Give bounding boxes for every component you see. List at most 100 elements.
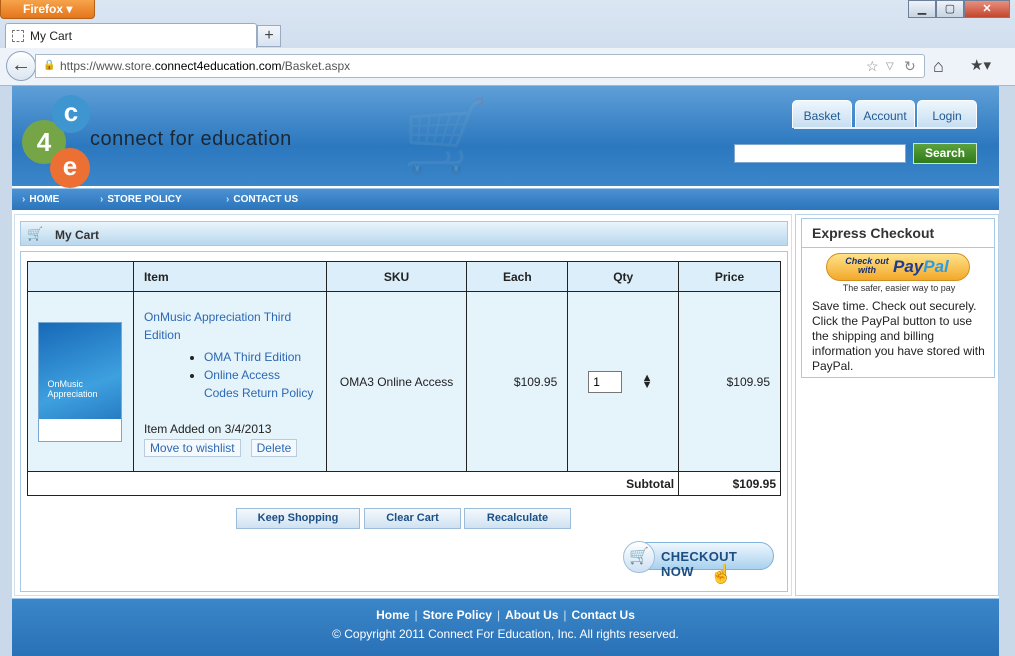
item-details-cell: OnMusic Appreciation Third Edition OMA T… — [132, 291, 327, 472]
paypal-tagline: The safer, easier way to pay — [842, 283, 956, 293]
paypal-logo-pay: Pay — [893, 257, 924, 276]
list-item: Online Access Codes Return Policy — [204, 366, 318, 402]
lock-icon: 🔒 — [43, 60, 56, 71]
footer-home-link[interactable]: Home — [376, 608, 409, 622]
firefox-menu-label: Firefox — [23, 2, 64, 16]
subtotal-label: Subtotal — [26, 471, 680, 496]
item-title-link[interactable]: OnMusic Appreciation Third Edition — [144, 308, 318, 344]
book-cover-image[interactable]: OnMusic Appreciation — [38, 321, 123, 442]
copyright-text: © Copyright 2011 Connect For Education, … — [332, 627, 679, 641]
firefox-menu-button[interactable]: Firefox ▾ — [0, 0, 95, 19]
list-item: OMA Third Edition — [204, 348, 318, 366]
new-tab-button[interactable]: + — [257, 25, 281, 47]
footer-contact-us-link[interactable]: Contact Us — [572, 608, 635, 622]
url-prefix: https://www.store. — [60, 59, 155, 73]
recalculate-button[interactable]: Recalculate — [464, 508, 571, 529]
bookmarks-menu-icon[interactable]: ★▾ — [970, 56, 1000, 76]
qty-column-header: Qty — [567, 261, 680, 292]
home-icon[interactable]: ⌂ — [933, 56, 944, 77]
footer-separator: | — [563, 608, 567, 622]
table-row: OnMusic Appreciation OnMusic Appreciatio… — [27, 291, 781, 472]
item-image-cell: OnMusic Appreciation — [27, 291, 134, 472]
express-checkout-title: Express Checkout — [802, 219, 994, 248]
chevron-right-icon: › — [22, 194, 26, 205]
paypal-check-out-text: Check out with — [845, 256, 889, 275]
login-tab[interactable]: Login — [917, 100, 977, 128]
subtotal-value: $109.95 — [678, 471, 781, 496]
cart-panel: Item SKU Each Qty Price OnMusic Apprecia… — [20, 251, 788, 592]
footer-separator: | — [414, 608, 418, 622]
item-sub-links: OMA Third Edition Online Access Codes Re… — [204, 348, 318, 402]
image-column-header — [27, 261, 134, 292]
express-checkout-panel: Express Checkout Check out with PayPal T… — [801, 218, 995, 378]
item-column-header: Item — [132, 261, 327, 292]
subtotal-row: Subtotal $109.95 — [26, 471, 781, 496]
site-footer: Home | Store Policy | About Us | Contact Us © … — [12, 598, 999, 656]
quantity-input[interactable] — [588, 370, 623, 393]
item-added-date: Item Added on 3/4/2013 — [143, 422, 272, 436]
tab-underline — [794, 127, 976, 129]
footer-store-policy-link[interactable]: Store Policy — [423, 608, 492, 622]
line-price-cell: $109.95 — [678, 291, 781, 472]
quantity-stepper-icon[interactable]: ▲ ▼ — [642, 373, 653, 391]
chevron-right-icon: › — [226, 194, 230, 205]
maximize-window-icon[interactable]: ▢ — [936, 0, 964, 18]
clear-cart-button[interactable]: Clear Cart — [364, 508, 461, 529]
move-to-wishlist-button[interactable]: Move to wishlist — [143, 439, 241, 457]
web-page: 🛒 4 c e connect for education Basket Acc… — [12, 86, 999, 656]
book-cover-title: OnMusic Appreciation — [47, 378, 98, 399]
menu-item-store-policy[interactable]: › STORE POLICY — [100, 194, 182, 205]
footer-links: Home | Store Policy | About Us | Contact Us — [12, 608, 999, 622]
each-price-cell: $109.95 — [466, 291, 569, 472]
search-input[interactable] — [734, 144, 906, 163]
back-arrow-icon[interactable]: ← — [6, 51, 36, 81]
search-button[interactable]: Search — [913, 143, 977, 164]
page-favicon-icon — [12, 30, 24, 42]
logo-circle-c: c — [52, 95, 90, 133]
dropdown-arrow-icon: ▾ — [66, 2, 73, 16]
menu-item-contact-us[interactable]: › CONTACT US — [226, 194, 298, 205]
checkout-cart-icon: 🛒 — [623, 541, 655, 573]
chevron-right-icon: › — [100, 194, 104, 205]
address-bar[interactable]: 🔒 https://www.store.connect4education.co… — [35, 54, 925, 78]
close-window-icon[interactable]: ✕ — [964, 0, 1010, 18]
item-actions: Move to wishlist Delete — [143, 439, 318, 457]
shopping-cart-icon: 🛒 — [27, 226, 44, 241]
express-checkout-text: Save time. Check out securely. Click the… — [812, 299, 985, 373]
return-policy-link[interactable]: Online Access Codes Return Policy — [204, 368, 313, 400]
keep-shopping-button[interactable]: Keep Shopping — [236, 508, 360, 529]
menu-label-home: HOME — [29, 194, 60, 205]
basket-tab[interactable]: Basket — [792, 100, 852, 128]
menu-label-store-policy: STORE POLICY — [107, 194, 182, 205]
history-dropdown-icon[interactable]: ▽ — [886, 61, 894, 72]
minimize-window-icon[interactable]: ▁ — [908, 0, 936, 18]
oma-third-edition-link[interactable]: OMA Third Edition — [204, 350, 301, 364]
logo-circle-e: e — [50, 148, 90, 188]
menu-item-home[interactable]: › HOME — [22, 194, 59, 205]
qty-cell: ▲▼ — [567, 291, 680, 472]
footer-about-us-link[interactable]: About Us — [505, 608, 558, 622]
checkout-now-button[interactable]: 🛒 CHECKOUT NOW — [623, 541, 774, 579]
my-cart-title: My Cart — [55, 228, 100, 242]
watermark-cart-icon: 🛒 — [402, 97, 490, 175]
express-column: Express Checkout Check out with PayPal T… — [795, 214, 999, 596]
sku-cell: OMA3 Online Access — [325, 291, 468, 472]
account-tab[interactable]: Account — [855, 100, 915, 128]
tab-title: My Cart — [30, 29, 72, 43]
paypal-logo-pal: Pal — [923, 257, 949, 276]
site-header: 🛒 4 c e connect for education Basket Acc… — [12, 86, 999, 188]
paypal-logo-icon: PayPal — [893, 257, 949, 277]
reload-icon[interactable]: ↻ — [904, 58, 916, 75]
paypal-checkout-button[interactable]: Check out with PayPal — [826, 253, 970, 281]
menu-label-contact-us: CONTACT US — [233, 194, 299, 205]
tab-my-cart[interactable]: My Cart — [5, 23, 257, 48]
url-path: /Basket.aspx — [281, 59, 351, 73]
bookmark-star-icon[interactable]: ☆ — [866, 58, 879, 75]
my-cart-heading: 🛒 My Cart — [20, 221, 788, 246]
delete-button[interactable]: Delete — [250, 439, 298, 457]
brand-name[interactable]: connect for education — [90, 128, 292, 151]
main-menu: › HOME › STORE POLICY › CONTACT US — [12, 188, 999, 210]
url-domain: connect4education.com — [154, 59, 282, 73]
hand-cursor-icon: ☝ — [710, 564, 733, 584]
cart-table: Item SKU Each Qty Price OnMusic Apprecia… — [26, 261, 781, 496]
